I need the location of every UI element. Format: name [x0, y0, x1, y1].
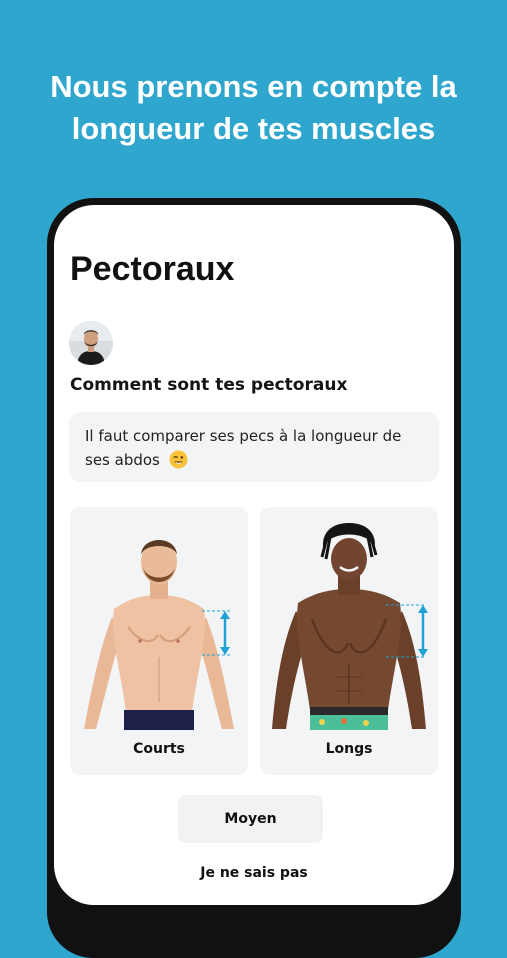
- winking-face-icon: [169, 450, 188, 469]
- medium-option-button[interactable]: Moyen: [178, 795, 323, 843]
- option-label-longs: Longs: [325, 741, 373, 757]
- option-card-longs[interactable]: Longs: [260, 507, 438, 775]
- option-card-courts[interactable]: Courts: [70, 507, 248, 775]
- coach-avatar-image: [69, 321, 113, 365]
- hint-box: Il faut comparer ses pecs à la longueur …: [69, 412, 439, 482]
- phone-screen: Pectoraux Comment sont tes pectoraux Il …: [54, 205, 454, 905]
- dont-know-button[interactable]: Je ne sais pas: [154, 860, 354, 886]
- banner-line-1: Nous prenons en compte la: [50, 69, 457, 104]
- short-pecs-illustration: [84, 540, 234, 730]
- long-pecs-illustration: [272, 523, 428, 730]
- banner-line-2: longueur de tes muscles: [71, 111, 436, 146]
- page-title: Pectoraux: [70, 250, 235, 288]
- hint-text: Il faut comparer ses pecs à la longueur …: [85, 427, 402, 469]
- banner-headline: Nous prenons en compte la longueur de te…: [0, 66, 507, 150]
- coach-avatar: [69, 321, 113, 365]
- question-label: Comment sont tes pectoraux: [70, 375, 348, 395]
- option-label-courts: Courts: [133, 741, 185, 757]
